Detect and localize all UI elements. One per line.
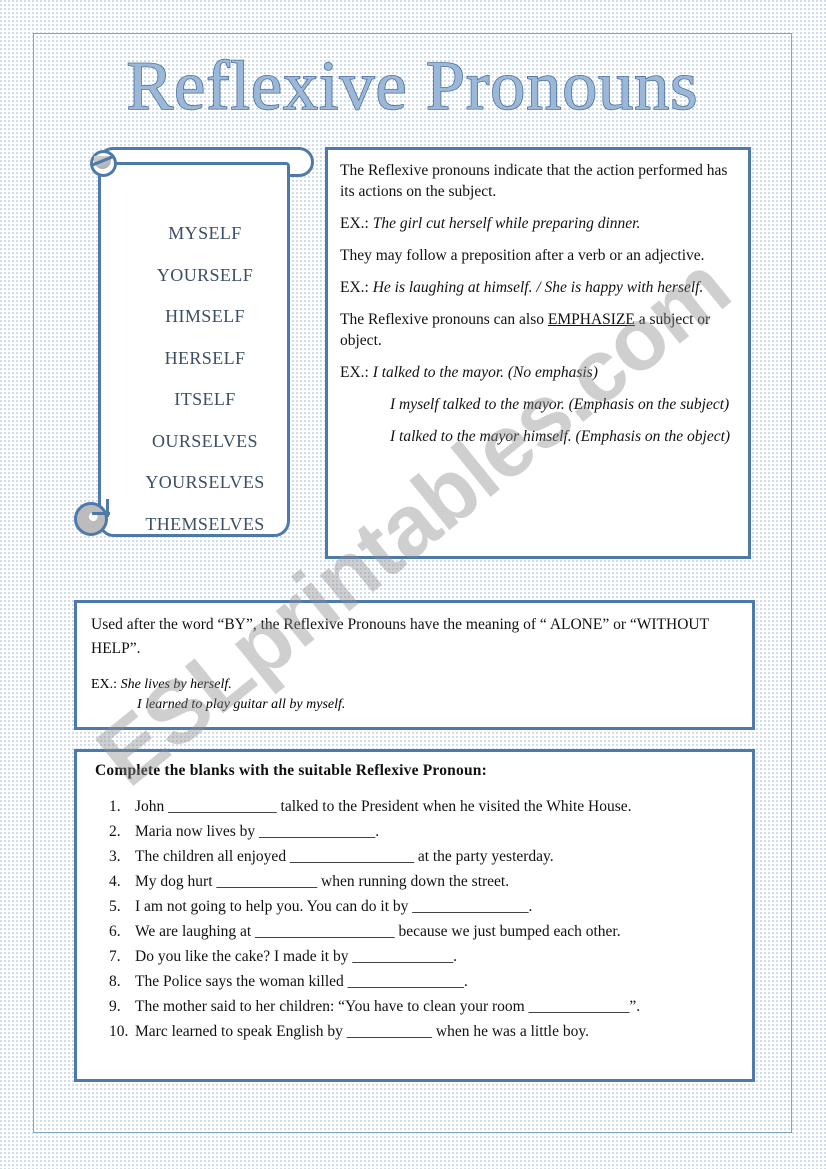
- worksheet-page: Reflexive Pronouns MYSELF YOURSELF HIMSE…: [0, 0, 826, 1169]
- explanation-example-3: EX.: I talked to the mayor. (No emphasis…: [340, 362, 736, 383]
- example-label: EX.:: [340, 364, 373, 381]
- example-label: EX.:: [91, 677, 121, 692]
- exercise-list: 1. John ______________ talked to the Pres…: [87, 794, 740, 1044]
- example-label: EX.:: [340, 279, 373, 296]
- by-example-line-2: I learned to play guitar all by myself.: [137, 697, 346, 712]
- exercise-item-text: John ______________ talked to the Presid…: [135, 798, 632, 815]
- exercise-item[interactable]: 3. The children all enjoyed _____________…: [87, 844, 740, 869]
- exercise-item[interactable]: 9. The mother said to her children: “You …: [87, 994, 740, 1019]
- exercise-heading: Complete the blanks with the suitable Re…: [95, 762, 487, 779]
- exercise-item-number: 2.: [109, 823, 121, 840]
- explanation-paragraph: The Reflexive pronouns indicate that the…: [340, 162, 728, 200]
- exercise-item[interactable]: 8. The Police says the woman killed _____…: [87, 969, 740, 994]
- exercise-item[interactable]: 10. Marc learned to speak English by ____…: [87, 1019, 740, 1044]
- exercise-item-text: The Police says the woman killed _______…: [135, 973, 468, 990]
- example-label: EX.:: [340, 215, 373, 232]
- scroll-curl-bottom-icon: [74, 502, 108, 536]
- exercise-item-number: 8.: [109, 973, 121, 990]
- pronoun-item: ITSELF: [174, 389, 236, 409]
- emphasize-keyword: EMPHASIZE: [547, 311, 635, 328]
- exercise-box: Complete the blanks with the suitable Re…: [74, 749, 755, 1082]
- by-meaning-box: Used after the word “BY”, the Reflexive …: [74, 600, 755, 730]
- exercise-item-number: 9.: [109, 998, 121, 1015]
- example-text: He is laughing at himself. / She is happ…: [372, 279, 704, 296]
- emphasize-prefix: The Reflexive pronouns can also: [340, 311, 548, 328]
- exercise-item[interactable]: 7. Do you like the cake? I made it by ___…: [87, 944, 740, 969]
- pronoun-list: MYSELF YOURSELF HIMSELF HERSELF ITSELF O…: [112, 213, 298, 545]
- by-intro-text: Used after the word “BY”, the Reflexive …: [91, 616, 709, 657]
- exercise-item[interactable]: 6. We are laughing at __________________ …: [87, 919, 740, 944]
- pronoun-item: MYSELF: [168, 223, 242, 243]
- pronoun-scroll-shape: MYSELF YOURSELF HIMSELF HERSELF ITSELF O…: [74, 147, 314, 552]
- example-text: She lives by herself.: [120, 677, 232, 692]
- exercise-item-number: 5.: [109, 898, 121, 915]
- exercise-item[interactable]: 1. John ______________ talked to the Pres…: [87, 794, 740, 819]
- exercise-item-text: Marc learned to speak English by _______…: [135, 1023, 589, 1040]
- exercise-item-number: 1.: [109, 798, 121, 815]
- exercise-item-text: We are laughing at __________________ be…: [135, 923, 621, 940]
- explanation-paragraph: They may follow a preposition after a ve…: [340, 247, 705, 264]
- exercise-item-text: Do you like the cake? I made it by _____…: [135, 948, 457, 965]
- example-text: The girl cut herself while preparing din…: [372, 215, 641, 232]
- pronoun-item: YOURSELVES: [145, 472, 265, 492]
- example-text: I talked to the mayor. (No emphasis): [372, 364, 598, 381]
- exercise-item-text: My dog hurt _____________ when running d…: [135, 873, 510, 890]
- exercise-item-text: Maria now lives by _______________.: [135, 823, 380, 840]
- exercise-item-number: 3.: [109, 848, 121, 865]
- scroll-curl-bottom-stem: [106, 499, 109, 517]
- explanation-example-5: I talked to the mayor himself. (Emphasis…: [390, 428, 731, 445]
- pronoun-item: OURSELVES: [152, 430, 258, 451]
- explanation-box: The Reflexive pronouns indicate that the…: [325, 147, 751, 559]
- exercise-item-text: The mother said to her children: “You ha…: [135, 998, 641, 1015]
- pronoun-item: YOURSELF: [156, 264, 254, 285]
- exercise-item[interactable]: 5. I am not going to help you. You can do…: [87, 894, 740, 919]
- pronoun-item: HERSELF: [164, 347, 246, 368]
- pronoun-item: HIMSELF: [165, 306, 245, 326]
- exercise-item-number: 4.: [109, 873, 121, 890]
- explanation-emphasize-paragraph: The Reflexive pronouns can also EMPHASIZ…: [340, 309, 736, 351]
- scroll-body-panel: MYSELF YOURSELF HIMSELF HERSELF ITSELF O…: [98, 162, 290, 537]
- explanation-example-1: EX.: The girl cut herself while preparin…: [340, 213, 736, 234]
- by-example-line-1: EX.: She lives by herself.: [91, 675, 740, 695]
- pronoun-item: THEMSELVES: [145, 513, 265, 534]
- explanation-example-4: I myself talked to the mayor. (Emphasis …: [390, 396, 730, 413]
- exercise-item-number: 7.: [109, 948, 121, 965]
- exercise-item-number: 6.: [109, 923, 121, 940]
- exercise-item-number: 10.: [109, 1023, 129, 1040]
- exercise-item[interactable]: 4. My dog hurt _____________ when running…: [87, 869, 740, 894]
- page-title: Reflexive Pronouns: [126, 47, 699, 126]
- exercise-item-text: The children all enjoyed _______________…: [135, 848, 554, 865]
- explanation-example-2: EX.: He is laughing at himself. / She is…: [340, 277, 736, 298]
- exercise-item-text: I am not going to help you. You can do i…: [135, 898, 533, 915]
- exercise-item[interactable]: 2. Maria now lives by _______________.: [87, 819, 740, 844]
